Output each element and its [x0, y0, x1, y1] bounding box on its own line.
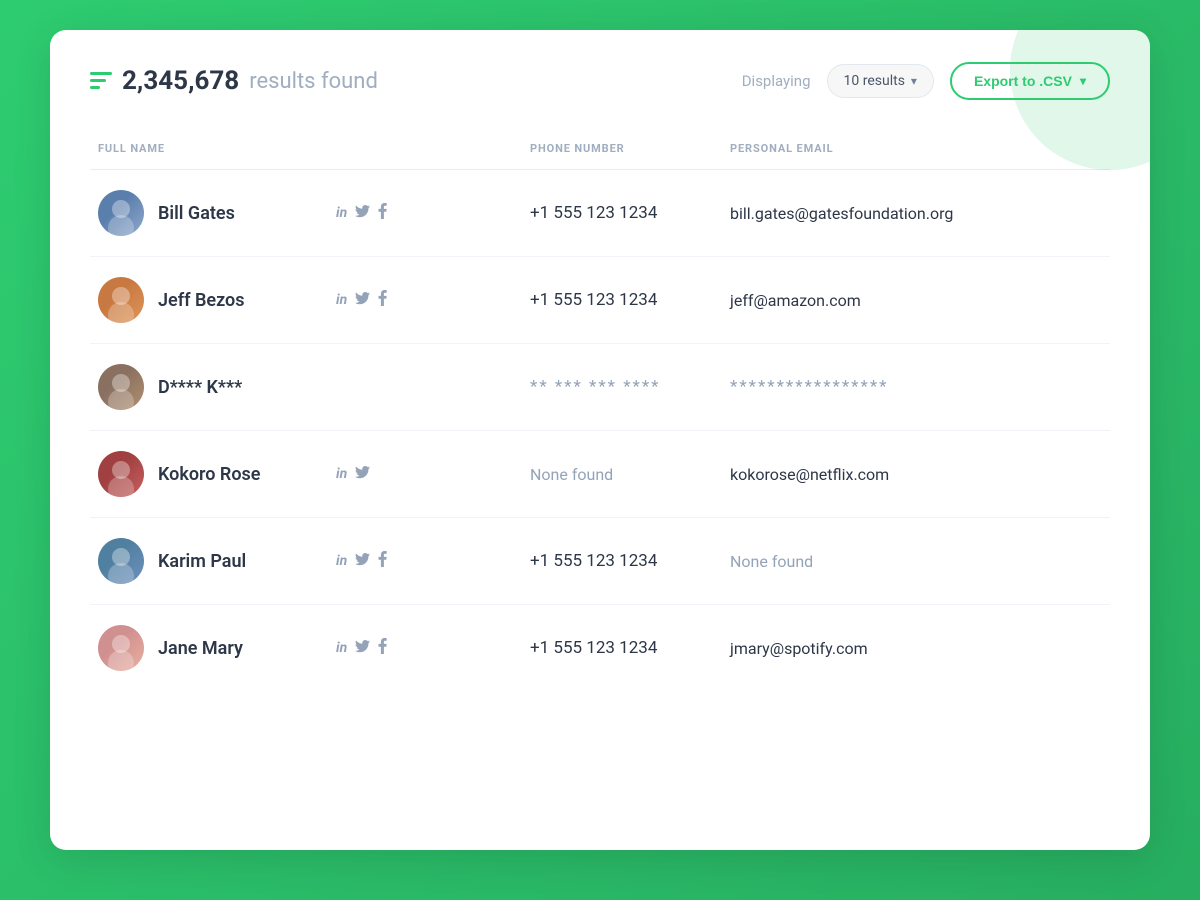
table-row: Jane Mary in +1 555 123 1234 jmary@spotify.…: [90, 605, 1110, 692]
results-info: 2,345,678 results found: [90, 66, 378, 96]
email-value-dk: *****************: [730, 377, 888, 397]
avatar-jane-mary: [98, 625, 144, 671]
table-row: Karim Paul in +1 555 123 1234 None found: [90, 518, 1110, 605]
phone-value-jeff-bezos: +1 555 123 1234: [530, 290, 657, 310]
results-count: 2,345,678: [122, 66, 239, 96]
table-row: Bill Gates in +1 555 123 1234 bill.gates@ga…: [90, 170, 1110, 257]
tw-social-icon-bill-gates[interactable]: [355, 205, 370, 222]
phone-value-bill-gates: +1 555 123 1234: [530, 203, 657, 223]
phone-cell-karim-paul: +1 555 123 1234: [530, 518, 730, 605]
results-dropdown-value: 10 results: [844, 73, 905, 89]
table-header-row: FULL NAME PHONE NUMBER PERSONAL EMAIL: [90, 128, 1110, 170]
in-social-icon-jane-mary[interactable]: in: [336, 640, 347, 656]
in-social-icon-karim-paul[interactable]: in: [336, 553, 347, 569]
phone-cell-dk: ** *** *** ****: [530, 344, 730, 431]
col-header-email: PERSONAL EMAIL: [730, 128, 1110, 170]
avatar-kokoro-rose: [98, 451, 144, 497]
phone-cell-jane-mary: +1 555 123 1234: [530, 605, 730, 692]
data-table: FULL NAME PHONE NUMBER PERSONAL EMAIL Bi…: [90, 128, 1110, 691]
in-social-icon-kokoro-rose[interactable]: in: [336, 466, 347, 482]
tw-social-icon-jeff-bezos[interactable]: [355, 292, 370, 309]
phone-value-jane-mary: +1 555 123 1234: [530, 638, 657, 658]
name-cell-jane-mary: Jane Mary in: [90, 605, 530, 692]
email-value-kokoro-rose: kokorose@netflix.com: [730, 465, 889, 484]
fb-social-icon-jeff-bezos[interactable]: [378, 290, 387, 310]
name-cell-kokoro-rose: Kokoro Rose in: [90, 431, 530, 518]
email-value-jeff-bezos: jeff@amazon.com: [730, 291, 861, 310]
email-cell-dk: *****************: [730, 344, 1110, 431]
social-icons-kokoro-rose: in: [336, 466, 370, 483]
fb-social-icon-bill-gates[interactable]: [378, 203, 387, 223]
table-row: Kokoro Rose in None found kokorose@netflix.…: [90, 431, 1110, 518]
name-cell-bill-gates: Bill Gates in: [90, 170, 530, 257]
email-value-karim-paul: None found: [730, 552, 813, 571]
avatar-jeff-bezos: [98, 277, 144, 323]
name-cell-karim-paul: Karim Paul in: [90, 518, 530, 605]
email-cell-jane-mary: jmary@spotify.com: [730, 605, 1110, 692]
phone-value-kokoro-rose: None found: [530, 465, 613, 484]
person-name-bill-gates: Bill Gates: [158, 203, 318, 224]
email-value-bill-gates: bill.gates@gatesfoundation.org: [730, 204, 953, 223]
name-cell-jeff-bezos: Jeff Bezos in: [90, 257, 530, 344]
results-dropdown[interactable]: 10 results ▾: [827, 64, 934, 98]
export-label: Export to .CSV: [974, 73, 1072, 89]
phone-cell-kokoro-rose: None found: [530, 431, 730, 518]
results-label: results found: [249, 69, 378, 94]
filter-icon: [90, 71, 112, 91]
in-social-icon-jeff-bezos[interactable]: in: [336, 292, 347, 308]
person-name-jeff-bezos: Jeff Bezos: [158, 290, 318, 311]
col-header-full-name: FULL NAME: [90, 128, 530, 170]
fb-social-icon-jane-mary[interactable]: [378, 638, 387, 658]
name-cell-dk: D**** K***: [90, 344, 530, 431]
social-icons-karim-paul: in: [336, 551, 387, 571]
table-row: Jeff Bezos in +1 555 123 1234 jeff@amazon.c…: [90, 257, 1110, 344]
fb-social-icon-karim-paul[interactable]: [378, 551, 387, 571]
in-social-icon-bill-gates[interactable]: in: [336, 205, 347, 221]
email-value-jane-mary: jmary@spotify.com: [730, 639, 868, 658]
header-row: 2,345,678 results found Displaying 10 re…: [90, 62, 1110, 100]
avatar-dk: [98, 364, 144, 410]
social-icons-bill-gates: in: [336, 203, 387, 223]
export-csv-button[interactable]: Export to .CSV ▾: [950, 62, 1110, 100]
social-icons-jane-mary: in: [336, 638, 387, 658]
email-cell-karim-paul: None found: [730, 518, 1110, 605]
person-name-kokoro-rose: Kokoro Rose: [158, 464, 318, 485]
email-cell-bill-gates: bill.gates@gatesfoundation.org: [730, 170, 1110, 257]
tw-social-icon-jane-mary[interactable]: [355, 640, 370, 657]
chevron-down-icon: ▾: [1080, 74, 1086, 88]
person-name-jane-mary: Jane Mary: [158, 638, 318, 659]
avatar-karim-paul: [98, 538, 144, 584]
person-name-karim-paul: Karim Paul: [158, 551, 318, 572]
col-header-phone: PHONE NUMBER: [530, 128, 730, 170]
email-cell-kokoro-rose: kokorose@netflix.com: [730, 431, 1110, 518]
person-name-dk: D**** K***: [158, 377, 318, 398]
tw-social-icon-kokoro-rose[interactable]: [355, 466, 370, 483]
avatar-bill-gates: [98, 190, 144, 236]
header-right: Displaying 10 results ▾ Export to .CSV ▾: [742, 62, 1110, 100]
main-card: 2,345,678 results found Displaying 10 re…: [50, 30, 1150, 850]
displaying-label: Displaying: [742, 72, 811, 90]
phone-value-dk: ** *** *** ****: [530, 377, 661, 397]
phone-value-karim-paul: +1 555 123 1234: [530, 551, 657, 571]
social-icons-jeff-bezos: in: [336, 290, 387, 310]
table-row: D**** K*** ** *** *** **** ***************…: [90, 344, 1110, 431]
chevron-down-icon: ▾: [911, 74, 917, 88]
phone-cell-bill-gates: +1 555 123 1234: [530, 170, 730, 257]
email-cell-jeff-bezos: jeff@amazon.com: [730, 257, 1110, 344]
phone-cell-jeff-bezos: +1 555 123 1234: [530, 257, 730, 344]
tw-social-icon-karim-paul[interactable]: [355, 553, 370, 570]
